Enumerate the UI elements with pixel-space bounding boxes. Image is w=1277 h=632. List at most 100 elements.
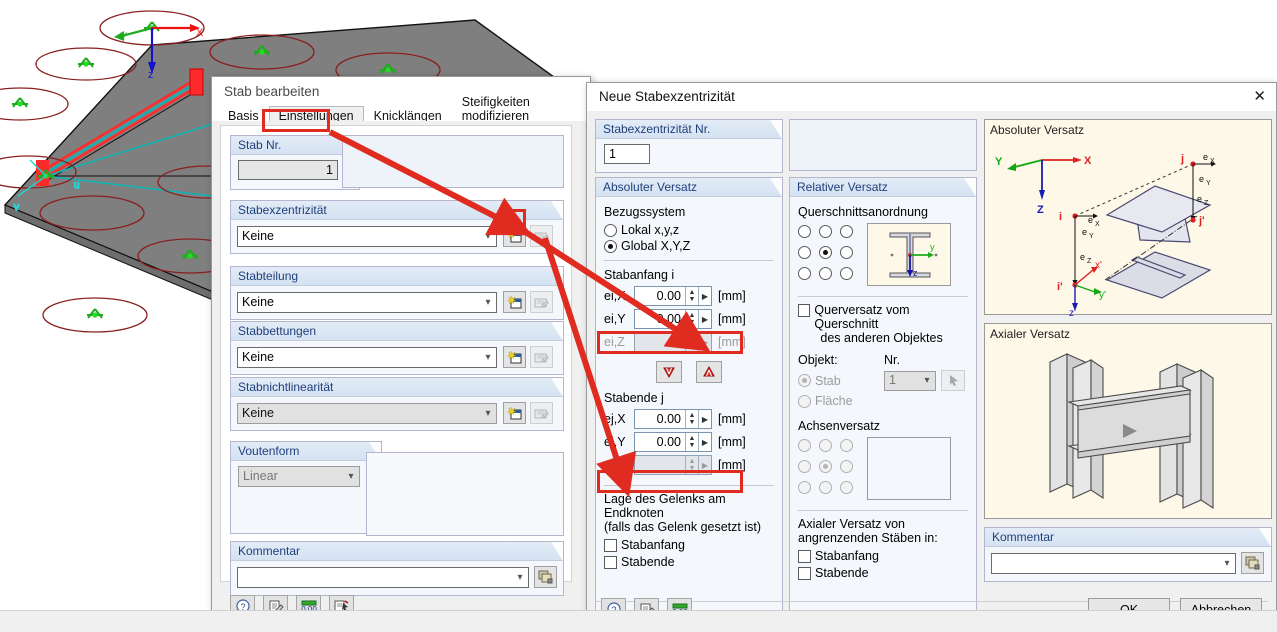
av-cell-6[interactable] [798, 481, 811, 494]
ej-x-value[interactable]: 0.00 [635, 410, 685, 428]
field-ej-x[interactable]: ej,X 0.00 ▲ ▼ ▶ [mm] [604, 409, 774, 429]
checkbox-axial-stabende-label: Stabende [815, 566, 869, 580]
field-ei-z[interactable]: ei,Z ▲ ▼ ▶ [mm] [604, 332, 774, 352]
radio-objekt-stab[interactable]: Stab [798, 374, 884, 388]
edit-stabbettung-button[interactable] [530, 346, 553, 368]
radio-objekt-flaeche-indicator[interactable] [798, 394, 811, 408]
av-cell-7[interactable] [819, 481, 832, 494]
qa-cell-1[interactable] [819, 225, 832, 238]
edit-stabteilung-button[interactable] [530, 291, 553, 313]
group-kommentar-right-header: Kommentar [985, 528, 1271, 547]
checkbox-axial-stabende-box[interactable] [798, 566, 811, 580]
qa-cell-7[interactable] [819, 267, 832, 280]
voutenform-combo[interactable]: Linear ▾ [238, 466, 360, 487]
edit-eccentricity-button[interactable] [530, 225, 553, 247]
kommentar-combo[interactable]: ▾ [237, 566, 529, 588]
radio-lokal[interactable]: Lokal x,y,z [604, 223, 774, 237]
checkbox-axial-stabanfang-box[interactable] [798, 549, 811, 563]
ei-x-stepper[interactable]: ▲ ▼ [685, 287, 698, 305]
svg-text:X: X [1210, 158, 1215, 165]
av-cell-5[interactable] [840, 460, 853, 473]
qa-cell-2[interactable] [840, 225, 853, 238]
ej-z-stepper[interactable]: ▲ ▼ [685, 456, 698, 474]
ei-y-stepper[interactable]: ▲ ▼ [685, 310, 698, 328]
copy-up-icon[interactable] [696, 361, 722, 383]
preview-axialer-versatz: Axialer Versatz [984, 323, 1272, 519]
ei-z-value[interactable] [635, 333, 685, 351]
av-cell-8[interactable] [840, 481, 853, 494]
achsenversatz-grid[interactable] [798, 439, 861, 502]
checkbox-hinge-stabende-box[interactable] [604, 555, 617, 569]
stabbettungen-combo[interactable]: Keine ▾ [237, 346, 497, 368]
ei-x-more-icon[interactable]: ▶ [698, 287, 711, 305]
objekt-nr-combo[interactable]: 1 ▾ [884, 370, 936, 391]
av-cell-2[interactable] [840, 439, 853, 452]
ej-x-stepper[interactable]: ▲ ▼ [685, 410, 698, 428]
close-icon[interactable]: ✕ [1253, 89, 1266, 105]
av-cell-4[interactable] [819, 460, 832, 473]
ei-z-more-icon[interactable]: ▶ [698, 333, 711, 351]
checkbox-hinge-stabende-label: Stabende [621, 555, 675, 569]
checkbox-axial-stabanfang[interactable]: Stabanfang [798, 549, 968, 563]
ej-z-more-icon[interactable]: ▶ [698, 456, 711, 474]
ei-y-value[interactable]: 0.00 [635, 310, 685, 328]
checkbox-hinge-stabanfang[interactable]: Stabanfang [604, 538, 774, 552]
ei-y-more-icon[interactable]: ▶ [698, 310, 711, 328]
av-cell-1[interactable] [819, 439, 832, 452]
qa-cell-4[interactable] [819, 246, 832, 259]
transfer-buttons[interactable] [604, 361, 774, 383]
copy-down-icon[interactable] [656, 361, 682, 383]
svg-text:Y: Y [995, 156, 1003, 168]
neue-stabexzentrizitaet-dialog[interactable]: Neue Stabexzentrizität ✕ Stabexzentrizit… [586, 82, 1277, 632]
qa-cell-0[interactable] [798, 225, 811, 238]
qa-cell-6[interactable] [798, 267, 811, 280]
radio-global-indicator[interactable] [604, 239, 617, 253]
new-eccentricity-button[interactable] [503, 225, 526, 247]
stabexzentrizitaet-value: Keine [242, 228, 274, 243]
new-stabteilung-button[interactable] [503, 291, 526, 313]
edit-stabnichtlinearitaet-button[interactable] [530, 402, 553, 424]
ej-x-more-icon[interactable]: ▶ [698, 410, 711, 428]
kommentar-library-button[interactable] [534, 566, 557, 588]
group-stabexzentrizitaet-header: Stabexzentrizität [231, 201, 563, 220]
field-ej-y[interactable]: ej,Y 0.00 ▲ ▼ ▶ [mm] [604, 432, 774, 452]
field-ei-y[interactable]: ei,Y 0.00 ▲ ▼ ▶ [mm] [604, 309, 774, 329]
stabnichtlinearitaet-combo[interactable]: Keine ▾ [237, 402, 497, 424]
new-stabbettung-button[interactable] [503, 346, 526, 368]
ei-z-stepper[interactable]: ▲ ▼ [685, 333, 698, 351]
ej-y-more-icon[interactable]: ▶ [698, 433, 711, 451]
checkbox-querversatz-box[interactable] [798, 304, 811, 317]
stabteilung-combo[interactable]: Keine ▾ [237, 291, 497, 313]
radio-global[interactable]: Global X,Y,Z [604, 239, 774, 253]
field-ei-x[interactable]: ei,X 0.00 ▲ ▼ ▶ [mm] [604, 286, 774, 306]
kommentar-right-combo[interactable]: ▾ [991, 552, 1236, 574]
radio-objekt-flaeche[interactable]: Fläche [798, 394, 968, 408]
querschnittsanordnung-grid[interactable] [798, 225, 861, 288]
pick-object-button[interactable] [941, 370, 965, 391]
stab-bearbeiten-dialog[interactable]: Stab bearbeiten Basis Einstellungen Knic… [211, 76, 591, 631]
field-ej-z[interactable]: ej,Z ▲ ▼ ▶ [mm] [604, 455, 774, 475]
checkbox-hinge-stabende[interactable]: Stabende [604, 555, 774, 569]
ej-y-stepper[interactable]: ▲ ▼ [685, 433, 698, 451]
stabexzentrizitaet-combo[interactable]: Keine ▾ [237, 225, 497, 247]
av-cell-3[interactable] [798, 460, 811, 473]
chevron-down-icon: ▾ [485, 407, 491, 419]
radio-objekt-stab-indicator[interactable] [798, 374, 811, 387]
av-cell-0[interactable] [798, 439, 811, 452]
stab-nr-field[interactable]: 1 [238, 160, 338, 180]
checkbox-querversatz[interactable]: Querversatz vom Querschnitt des anderen … [798, 303, 968, 345]
ej-y-value[interactable]: 0.00 [635, 433, 685, 451]
qa-cell-8[interactable] [840, 267, 853, 280]
checkbox-axial-stabende[interactable]: Stabende [798, 566, 968, 580]
ecc-nr-field[interactable]: 1 [604, 144, 650, 164]
qa-cell-5[interactable] [840, 246, 853, 259]
checkbox-hinge-stabanfang-box[interactable] [604, 538, 617, 552]
ei-x-value[interactable]: 0.00 [635, 287, 685, 305]
radio-global-label: Global X,Y,Z [621, 239, 691, 253]
ej-z-value[interactable] [635, 456, 685, 474]
new-stabnichtlinearitaet-button[interactable] [503, 402, 526, 424]
kommentar-right-library-button[interactable] [1241, 552, 1264, 574]
radio-lokal-indicator[interactable] [604, 223, 617, 237]
group-relativer-versatz-header: Relativer Versatz [790, 178, 976, 197]
qa-cell-3[interactable] [798, 246, 811, 259]
